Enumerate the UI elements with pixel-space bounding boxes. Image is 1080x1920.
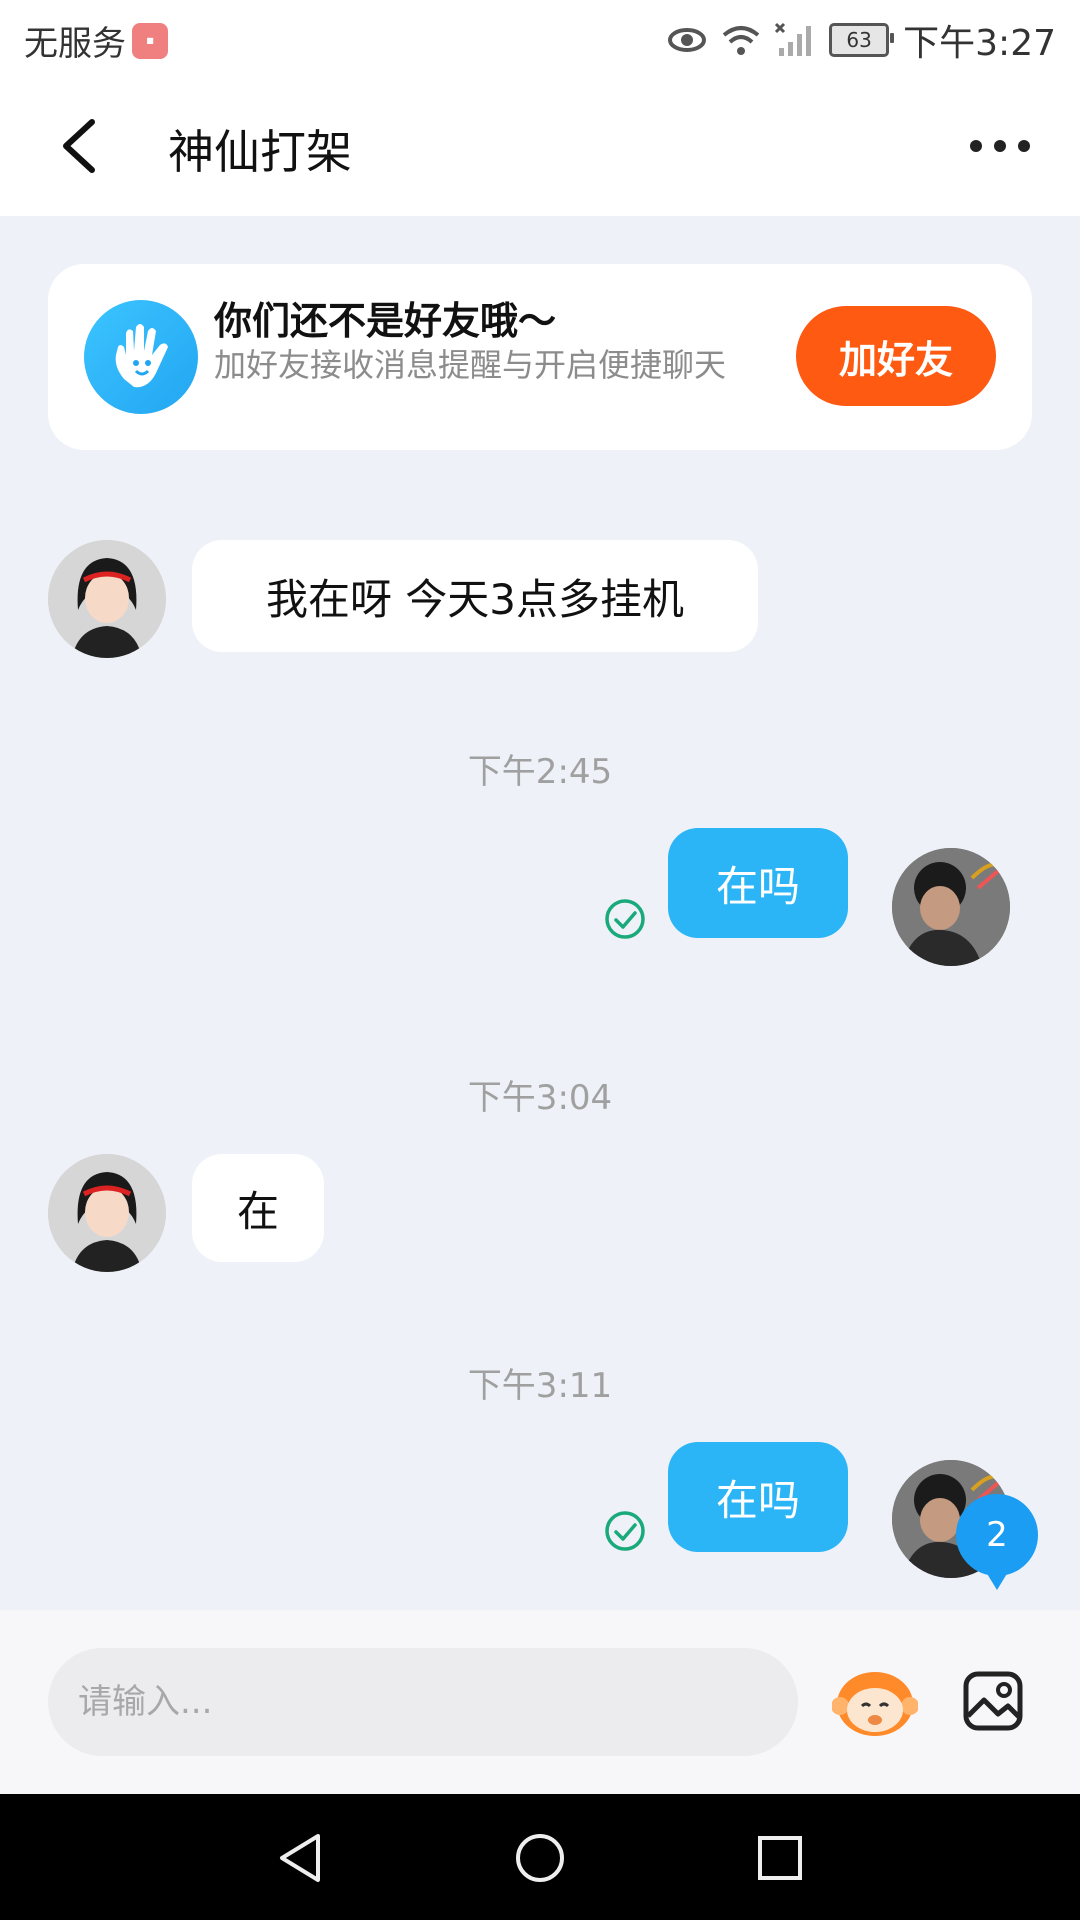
status-time: 下午3:27 (903, 23, 1056, 64)
message-text: 在吗 (715, 1475, 800, 1525)
battery-indicator: 63 (829, 23, 895, 57)
status-bar: 无服务 ■ 63 下午3:27 (0, 0, 1080, 76)
message-input[interactable] (48, 1648, 798, 1756)
carrier-label: 无服务 (24, 24, 126, 64)
unread-count-badge[interactable]: 2 (956, 1494, 1038, 1590)
more-dot (1018, 140, 1030, 152)
avatar-contact[interactable] (48, 1154, 166, 1272)
unread-count: 2 (986, 1515, 1008, 1555)
nav-back-icon[interactable] (274, 1832, 326, 1884)
message-timestamp: 下午3:11 (467, 1366, 613, 1406)
page-title: 神仙打架 (168, 125, 352, 179)
chat-header: 神仙打架 (0, 76, 1080, 216)
input-bar (0, 1610, 1080, 1794)
message-bubble-outgoing[interactable]: 在吗 (668, 1442, 848, 1552)
message-timestamp: 下午3:04 (467, 1078, 613, 1118)
message-bubble-incoming[interactable]: 我在呀 今天3点多挂机 (192, 540, 758, 652)
add-friend-card: 你们还不是好友哦～ 加好友接收消息提醒与开启便捷聊天 加好友 (48, 264, 1032, 450)
image-icon[interactable] (962, 1670, 1024, 1732)
avatar-contact[interactable] (48, 540, 166, 658)
more-dot (994, 140, 1006, 152)
signal-icon (775, 22, 812, 56)
avatar-self[interactable] (892, 848, 1010, 966)
message-text: 在 (236, 1186, 279, 1236)
not-friends-subtitle: 加好友接收消息提醒与开启便捷聊天 (214, 346, 727, 384)
more-dots-icon (970, 140, 982, 152)
emoji-monkey-icon[interactable] (832, 1664, 918, 1740)
back-arrow-icon[interactable] (52, 114, 112, 178)
wifi-icon (722, 26, 760, 55)
check-circle-icon (605, 1511, 645, 1551)
not-friends-title: 你们还不是好友哦～ (214, 299, 557, 343)
huawei-app-icon: ■ (132, 22, 168, 59)
nav-home-icon[interactable] (514, 1832, 566, 1884)
system-nav-bar (0, 1794, 1080, 1920)
battery-level: 63 (846, 28, 872, 52)
check-circle-icon (605, 899, 645, 939)
message-bubble-outgoing[interactable]: 在吗 (668, 828, 848, 938)
eye-icon (668, 28, 707, 52)
wave-hand-icon (84, 300, 198, 414)
message-text: 在吗 (715, 861, 800, 911)
message-text: 我在呀 今天3点多挂机 (265, 574, 685, 624)
message-timestamp: 下午2:45 (467, 752, 613, 792)
message-bubble-incoming[interactable]: 在 (192, 1154, 324, 1262)
nav-recents-icon[interactable] (754, 1832, 806, 1884)
more-options-button[interactable] (970, 124, 1030, 168)
add-friend-button[interactable]: 加好友 (796, 306, 996, 406)
